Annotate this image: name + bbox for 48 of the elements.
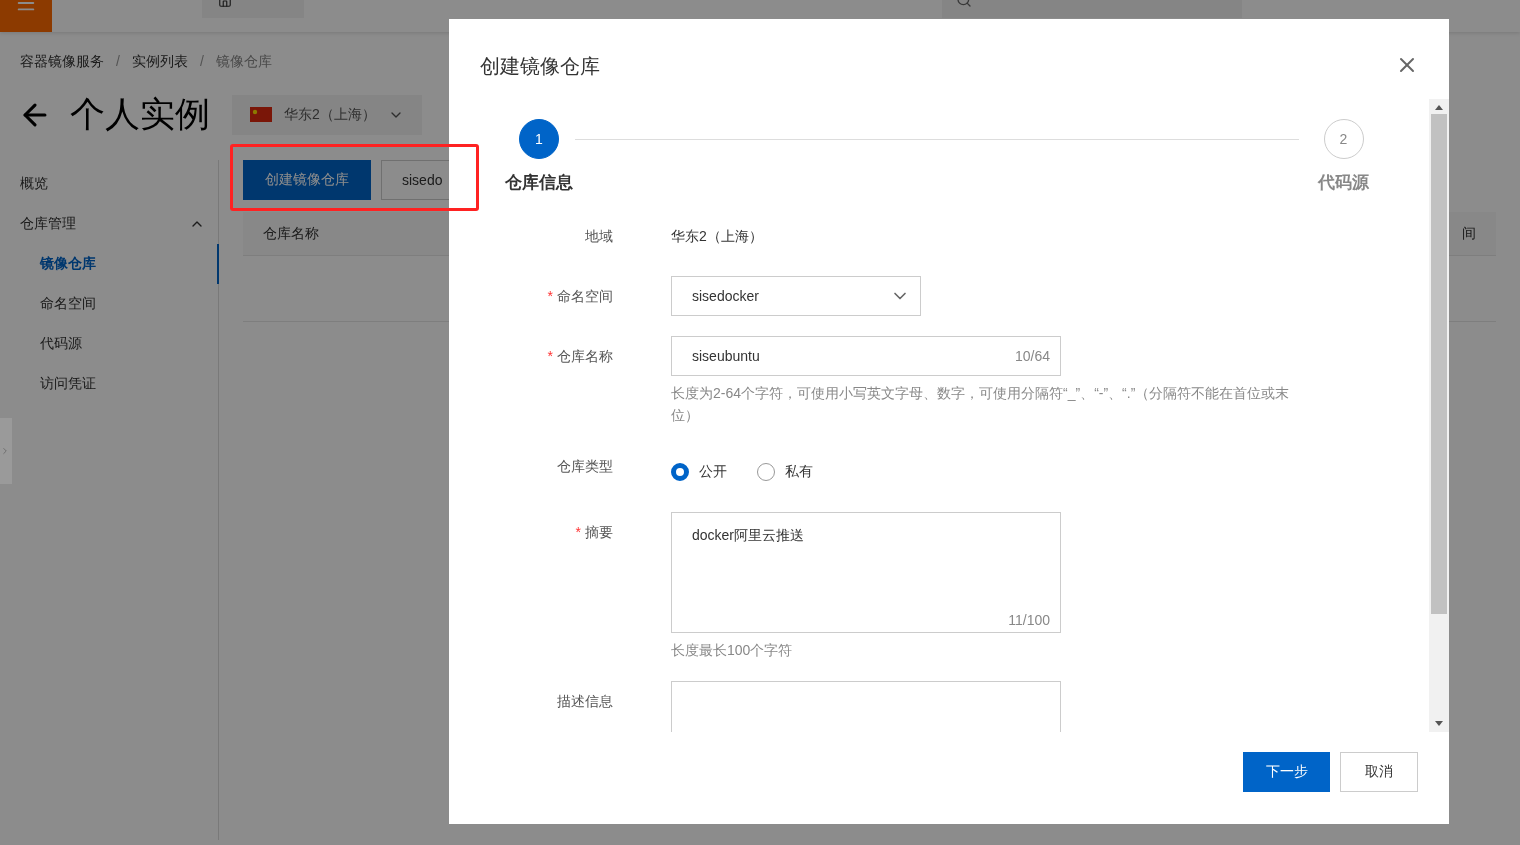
scroll-up-icon <box>1435 105 1443 110</box>
char-counter: 10/64 <box>1014 348 1050 364</box>
step-number: 2 <box>1323 119 1364 159</box>
namespace-select[interactable]: sisedocker <box>671 276 921 316</box>
field-label: 仓库类型 <box>556 457 613 476</box>
step-label: 仓库信息 <box>505 172 573 194</box>
step-label: 代码源 <box>1318 172 1369 194</box>
dialog-title: 创建镜像仓库 <box>480 54 600 79</box>
sidebar-item[interactable]: 概览 <box>0 164 219 204</box>
flag-icon <box>250 107 272 122</box>
breadcrumb-link[interactable]: 实例列表 <box>131 53 188 71</box>
scrollbar[interactable] <box>1429 99 1449 732</box>
field-hint: 长度最长100个字符 <box>671 641 794 660</box>
scroll-down-icon <box>1435 721 1443 726</box>
field-label: 地域 <box>584 227 613 246</box>
sidebar-item[interactable]: 命名空间 <box>0 284 219 324</box>
breadcrumb-link[interactable]: 容器镜像服务 <box>20 53 104 71</box>
column-header: 仓库名称 <box>263 224 319 243</box>
breadcrumb-separator: / <box>116 53 120 71</box>
char-counter: 11/100 <box>1008 612 1050 628</box>
chevron-right-icon <box>0 446 10 456</box>
field-label: * 摘要 <box>574 523 613 542</box>
next-button[interactable]: 下一步 <box>1243 752 1330 792</box>
create-repository-button[interactable]: 创建镜像仓库 <box>243 160 371 200</box>
sidebar-item[interactable]: 访问凭证 <box>0 364 219 404</box>
sidebar-item[interactable]: 镜像仓库 <box>0 244 219 284</box>
menu-button[interactable] <box>0 0 52 32</box>
sidebar-item[interactable]: 代码源 <box>0 324 219 364</box>
field-label: * 仓库名称 <box>546 347 613 366</box>
column-header: 间 <box>1462 224 1476 243</box>
search-field[interactable] <box>942 0 1242 18</box>
breadcrumb-separator: / <box>199 53 204 71</box>
field-label: 描述信息 <box>556 692 613 711</box>
field-hint: 长度为2-64个字符，可使用小写英文字母、数字，可使用分隔符“_”、“-”、“.”（分隔符不能在首位或末位） <box>671 384 1291 425</box>
text-area[interactable]: docker阿里云推送 11/100 <box>671 512 1061 633</box>
breadcrumb-link[interactable]: 镜像仓库 <box>215 53 272 71</box>
field-label: * 命名空间 <box>546 287 613 306</box>
cancel-button[interactable]: 取消 <box>1340 752 1418 792</box>
sidebar-item[interactable]: 仓库管理 <box>0 204 219 244</box>
step-number: 1 <box>519 119 559 159</box>
page-title: 个人实例 <box>70 93 210 135</box>
sidebar-toggle[interactable] <box>0 418 12 484</box>
radio-option[interactable]: 公开 <box>671 463 727 481</box>
field-value: 华东2（上海） <box>671 227 764 246</box>
radio-option[interactable]: 私有 <box>757 463 813 481</box>
workbench-button[interactable] <box>202 0 304 18</box>
input-field[interactable]: siseubuntu 10/64 <box>671 336 1061 376</box>
region-select[interactable]: 华东2（上海） <box>232 94 422 135</box>
